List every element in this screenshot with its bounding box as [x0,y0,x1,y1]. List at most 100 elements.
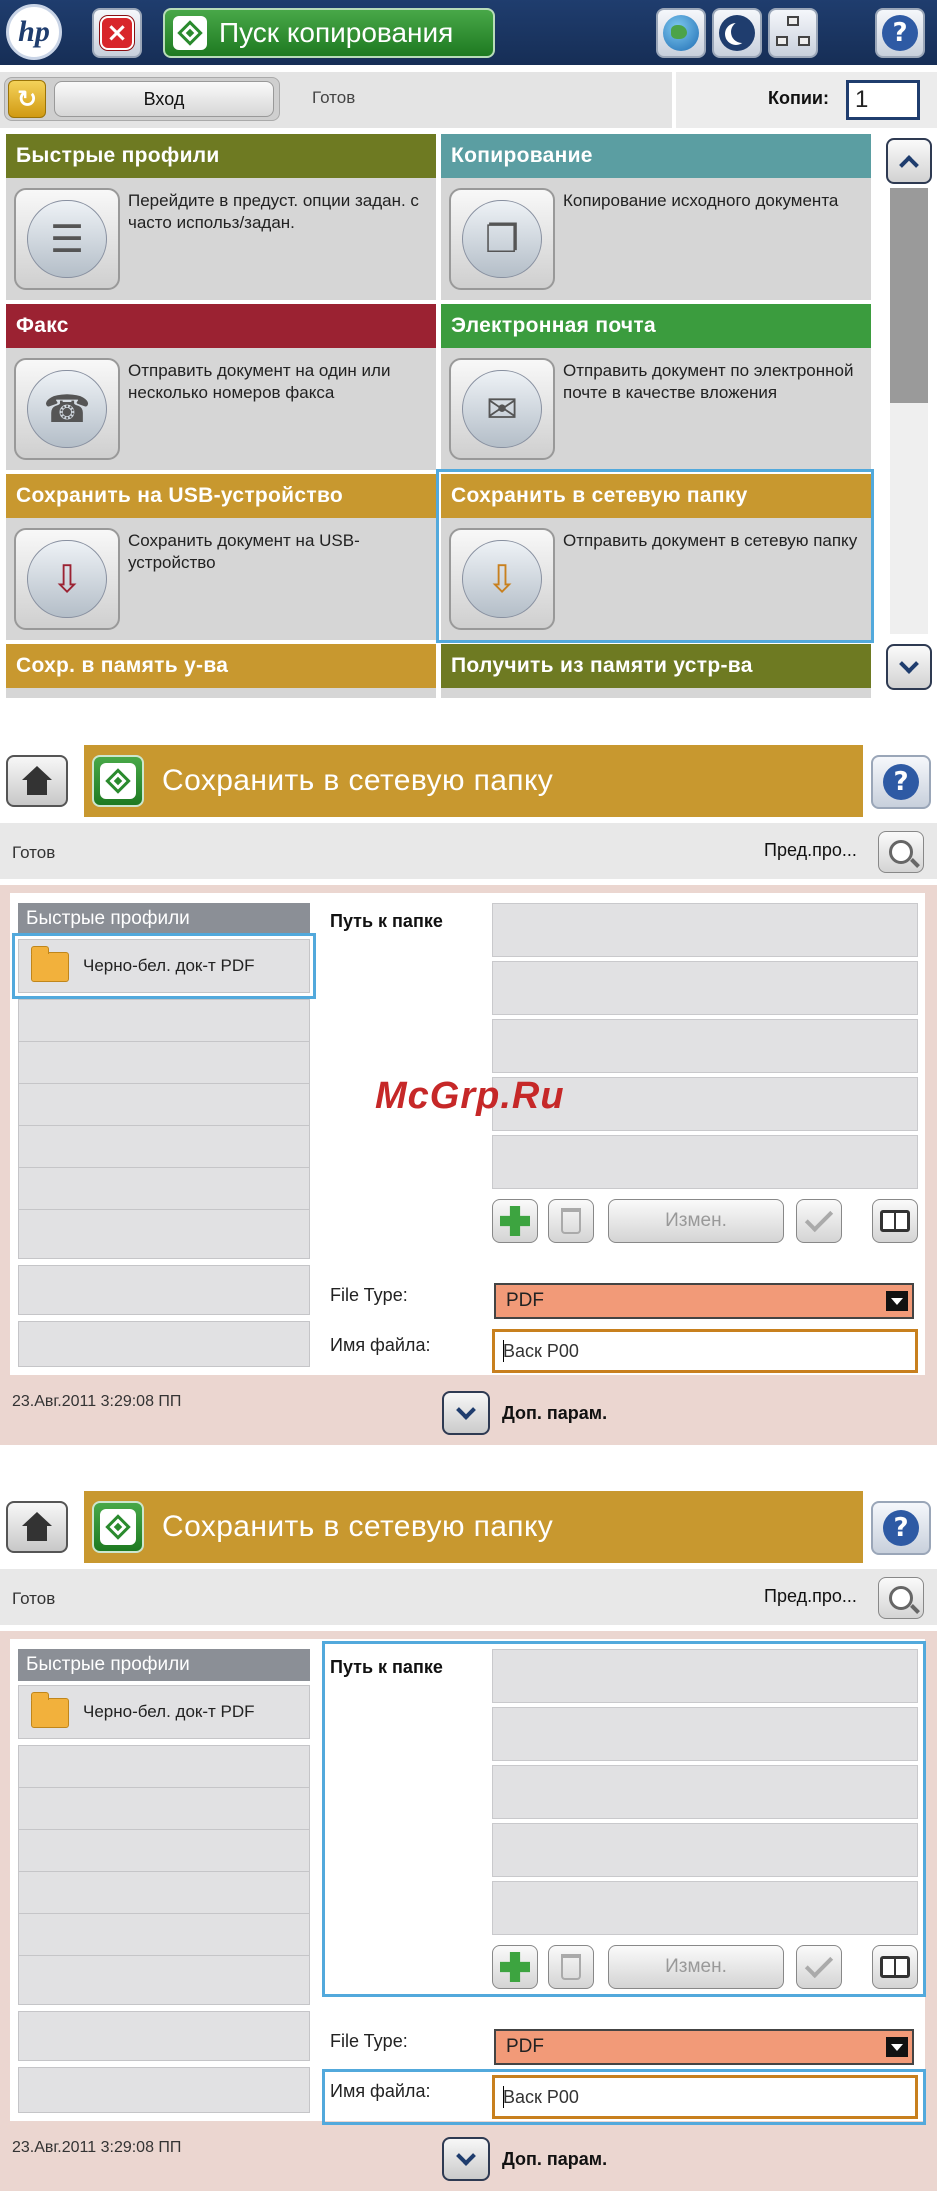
more-options-label[interactable]: Доп. парам. [502,2149,607,2170]
file-type-value: PDF [506,2036,544,2057]
stop-button[interactable]: × [92,8,142,58]
book-icon [880,1210,910,1232]
tile-email[interactable]: Электронная почта ✉ Отправить документ по… [441,304,871,470]
file-name-input[interactable]: Васк Р00 [492,1329,918,1373]
scroll-down-button[interactable] [886,644,932,690]
start-button[interactable] [92,755,144,807]
title-row: Сохранить в сетевую папку ? [0,1491,937,1563]
address-book-button[interactable] [872,1199,918,1243]
copies-area: Копии: 1 [672,72,937,128]
tile-title: Факс [6,304,436,348]
selection-highlight [436,469,874,643]
file-name-label: Имя файла: [330,1335,431,1355]
dropdown-arrow-icon [886,2037,908,2057]
tile-desc: Копирование исходного документа [563,191,839,210]
magnifier-icon [889,840,913,864]
list-item[interactable] [18,2011,310,2061]
status-bar: ↻ Вход Готов Копии: 1 [0,72,937,128]
folder-path-row[interactable] [492,1019,918,1073]
start-icon [173,16,207,50]
scroll-up-button[interactable] [886,138,932,184]
folder-path-label: Путь к папке [330,911,443,931]
home-button[interactable] [6,1501,68,1553]
list-item[interactable] [18,1955,310,2005]
scroll-thumb[interactable] [890,188,928,403]
home-icon [20,1512,54,1542]
network-button[interactable] [768,8,818,58]
file-type-select[interactable]: PDF [494,1283,914,1319]
tile-title: Сохр. в память у-ва [6,644,436,688]
preview-label: Пред.про... [764,1586,857,1606]
status-bar: Готов Пред.про... [0,823,937,879]
more-options-button[interactable] [442,1391,490,1435]
preview-button[interactable] [878,1577,924,1619]
tile-copy[interactable]: Копирование ❐ Копирование исходного докум… [441,134,871,300]
network-folder-screen-2: Сохранить в сетевую папку ? Готов Пред.п… [0,1491,937,2191]
dropdown-arrow-icon [886,1291,908,1311]
start-copy-label: Пуск копирования [219,17,454,48]
add-folder-button[interactable] [492,1199,538,1243]
status-bar: Готов Пред.про... [0,1569,937,1625]
edit-button[interactable]: Измен. [608,1199,784,1243]
title-row: Сохранить в сетевую папку ? [0,745,937,817]
chevron-down-icon [456,1400,476,1420]
plus-icon [500,1206,530,1236]
language-button[interactable] [656,8,706,58]
tile-desc: Перейдите в предуст. опции задан. с част… [128,191,419,232]
help-button[interactable]: ? [875,8,925,58]
page-title: Сохранить в сетевую папку [162,1510,554,1543]
refresh-icon[interactable]: ↻ [8,80,46,118]
folder-path-row[interactable] [492,961,918,1015]
list-item[interactable] [18,1265,310,1315]
tile-title: Сохранить на USB-устройство [6,474,436,518]
help-button[interactable]: ? [871,1501,931,1555]
tile-desc: Сохранить документ на USB-устройство [128,531,360,572]
start-copy-button[interactable]: Пуск копирования [163,8,495,58]
page-title: Сохранить в сетевую папку [162,764,554,797]
login-button[interactable]: Вход [54,81,274,117]
help-icon: ? [883,1510,919,1546]
start-button[interactable] [92,1501,144,1553]
more-options-label[interactable]: Доп. парам. [502,1403,607,1424]
list-item[interactable] [18,2067,310,2113]
tile-save-usb[interactable]: Сохранить на USB-устройство ⇩ Сохранить д… [6,474,436,640]
confirm-button[interactable] [796,1199,842,1243]
stop-icon: × [100,16,134,50]
moon-icon [719,15,755,51]
chevron-down-icon [899,654,919,674]
hp-logo: hp [6,4,62,60]
help-button[interactable]: ? [871,755,931,809]
copies-input[interactable]: 1 [846,80,920,120]
tile-fax[interactable]: Факс ☎ Отправить документ на один или нес… [6,304,436,470]
check-icon [804,1203,834,1233]
copies-label: Копии: [768,88,829,108]
preview-button[interactable] [878,831,924,873]
tile-save-device-memory[interactable]: Сохр. в память у-ва [6,644,436,698]
globe-icon [663,15,699,51]
magnifier-icon [889,1586,913,1610]
home-button[interactable] [6,755,68,807]
list-item[interactable] [18,1321,310,1367]
quick-set-label: Черно-бел. док-т PDF [83,1702,255,1721]
file-type-select[interactable]: PDF [494,2029,914,2065]
settings-panel: Быстрые профили Черно-бел. док-т PDF Пут… [10,893,925,1375]
folder-path-row[interactable] [492,1135,918,1189]
fax-icon: ☎ [14,358,120,460]
tile-retrieve-device-memory[interactable]: Получить из памяти устр-ва [441,644,871,698]
quick-set-item[interactable]: Черно-бел. док-т PDF [18,1685,310,1739]
folder-path-row[interactable] [492,903,918,957]
help-icon: ? [883,764,919,800]
main-body: Быстрые профили Черно-бел. док-т PDF Пут… [0,1631,937,2191]
list-item[interactable] [18,1209,310,1259]
sleep-button[interactable] [712,8,762,58]
status-text: Готов [12,843,56,862]
edit-label: Измен. [665,1210,727,1231]
top-bar: hp × Пуск копирования ? [0,0,937,65]
tile-quick-sets[interactable]: Быстрые профили ☰ Перейдите в предуст. оп… [6,134,436,300]
tile-desc: Отправить документ на один или несколько… [128,361,391,402]
delete-button[interactable] [548,1199,594,1243]
status-text: Готов [12,1589,56,1608]
folder-icon [31,1692,69,1728]
scrollbar [880,132,937,698]
more-options-button[interactable] [442,2137,490,2181]
